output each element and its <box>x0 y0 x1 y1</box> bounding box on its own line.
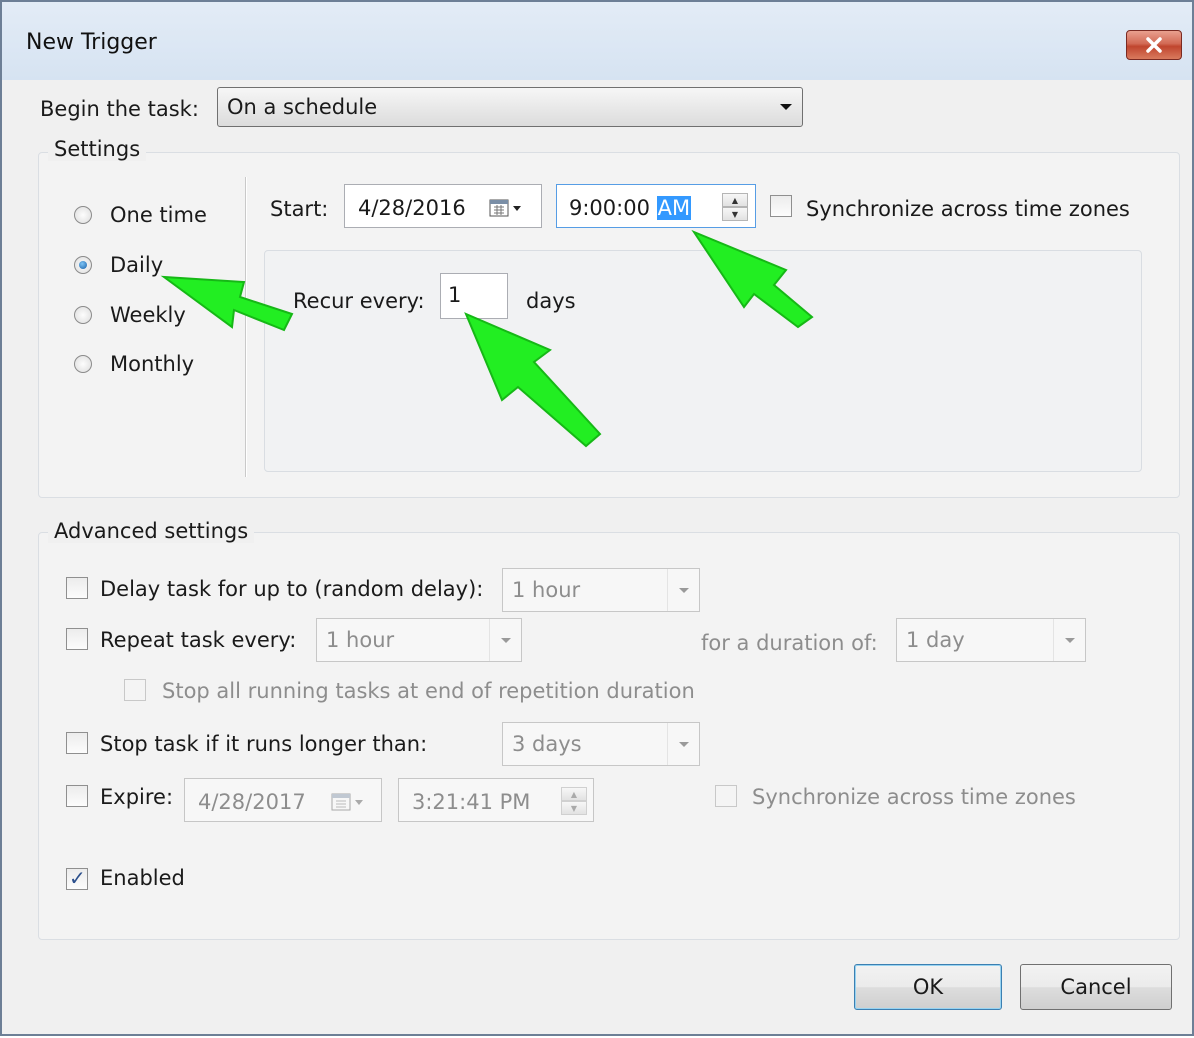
cancel-button[interactable]: Cancel <box>1020 964 1172 1010</box>
expire-sync-label: Synchronize across time zones <box>752 785 1076 809</box>
spin-down-icon[interactable]: ▼ <box>722 207 748 221</box>
close-button[interactable] <box>1126 30 1182 60</box>
duration-value: 1 day <box>906 628 965 652</box>
repeat-task-checkbox[interactable] <box>66 628 88 650</box>
start-time-ampm-selected: AM <box>656 196 692 220</box>
settings-group-title: Settings <box>48 137 147 161</box>
window-title: New Trigger <box>26 30 157 55</box>
radio-one-time-label: One time <box>110 203 207 227</box>
start-time-text: 9:00:00 AM <box>569 196 692 220</box>
stop-all-tasks-label: Stop all running tasks at end of repetit… <box>162 679 695 703</box>
start-date-picker[interactable]: 4/28/2016 <box>344 184 542 228</box>
stop-all-tasks-checkbox[interactable] <box>124 679 146 701</box>
stop-longer-value: 3 days <box>512 732 582 756</box>
start-time-spinner[interactable]: ▲ ▼ <box>722 193 748 221</box>
radio-one-time[interactable] <box>74 206 92 224</box>
expire-checkbox[interactable] <box>66 785 88 807</box>
begin-task-label: Begin the task: <box>40 97 199 121</box>
close-icon <box>1146 37 1162 53</box>
recur-every-input[interactable]: 1 <box>440 273 508 319</box>
radio-monthly-label: Monthly <box>110 352 195 376</box>
expire-time-field[interactable]: 3:21:41 PM ▲ ▼ <box>398 778 594 822</box>
chevron-down-icon <box>489 619 521 661</box>
title-bar: New Trigger <box>2 2 1192 80</box>
start-date-value: 4/28/2016 <box>358 196 466 220</box>
expire-sync-checkbox[interactable] <box>715 785 737 807</box>
calendar-icon[interactable] <box>331 792 367 816</box>
duration-dropdown[interactable]: 1 day <box>896 618 1086 662</box>
new-trigger-dialog: New Trigger Begin the task: On a schedul… <box>0 0 1194 1036</box>
radio-monthly[interactable] <box>74 355 92 373</box>
begin-task-dropdown[interactable]: On a schedule <box>217 87 803 127</box>
radio-weekly[interactable] <box>74 306 92 324</box>
recur-unit-label: days <box>526 289 576 313</box>
sync-time-zones-label: Synchronize across time zones <box>806 197 1130 221</box>
stop-longer-checkbox[interactable] <box>66 732 88 754</box>
sync-time-zones-checkbox[interactable] <box>770 195 792 217</box>
radio-daily[interactable] <box>74 256 92 274</box>
stop-longer-dropdown[interactable]: 3 days <box>502 722 700 766</box>
expire-label: Expire: <box>100 785 174 809</box>
start-time-field[interactable]: 9:00:00 AM ▲ ▼ <box>556 184 756 228</box>
dialog-body: Begin the task: On a schedule Settings O… <box>4 80 1190 1032</box>
enabled-checkbox[interactable] <box>66 866 88 890</box>
expire-time-value: 3:21:41 PM <box>412 790 531 814</box>
stop-longer-label: Stop task if it runs longer than: <box>100 732 428 756</box>
duration-label: for a duration of: <box>701 631 878 655</box>
expire-date-picker[interactable]: 4/28/2017 <box>184 778 382 822</box>
chevron-down-icon <box>667 723 699 765</box>
repeat-task-label: Repeat task every: <box>100 628 297 652</box>
calendar-icon[interactable] <box>489 198 525 222</box>
expire-time-spinner[interactable]: ▲ ▼ <box>561 787 587 815</box>
recur-panel <box>264 250 1142 472</box>
repeat-task-dropdown[interactable]: 1 hour <box>316 618 522 662</box>
recur-every-label: Recur every: <box>293 289 425 313</box>
radio-daily-label: Daily <box>110 253 164 277</box>
enabled-label: Enabled <box>100 866 185 890</box>
delay-task-value: 1 hour <box>512 578 581 602</box>
delay-task-dropdown[interactable]: 1 hour <box>502 568 700 612</box>
recur-every-value: 1 <box>448 283 462 307</box>
chevron-down-icon <box>770 88 802 126</box>
begin-task-value: On a schedule <box>227 95 378 119</box>
repeat-task-value: 1 hour <box>326 628 395 652</box>
expire-date-value: 4/28/2017 <box>198 790 306 814</box>
delay-task-label: Delay task for up to (random delay): <box>100 577 484 601</box>
spin-up-icon[interactable]: ▲ <box>722 193 748 207</box>
delay-task-checkbox[interactable] <box>66 577 88 599</box>
advanced-settings-title: Advanced settings <box>48 519 255 543</box>
chevron-down-icon <box>1053 619 1085 661</box>
start-time-value: 9:00:00 <box>569 196 657 220</box>
settings-divider <box>245 177 247 477</box>
radio-weekly-label: Weekly <box>110 303 186 327</box>
start-label: Start: <box>270 197 329 221</box>
spin-down-icon[interactable]: ▼ <box>561 801 587 815</box>
ok-button[interactable]: OK <box>854 964 1002 1010</box>
chevron-down-icon <box>667 569 699 611</box>
spin-up-icon[interactable]: ▲ <box>561 787 587 801</box>
